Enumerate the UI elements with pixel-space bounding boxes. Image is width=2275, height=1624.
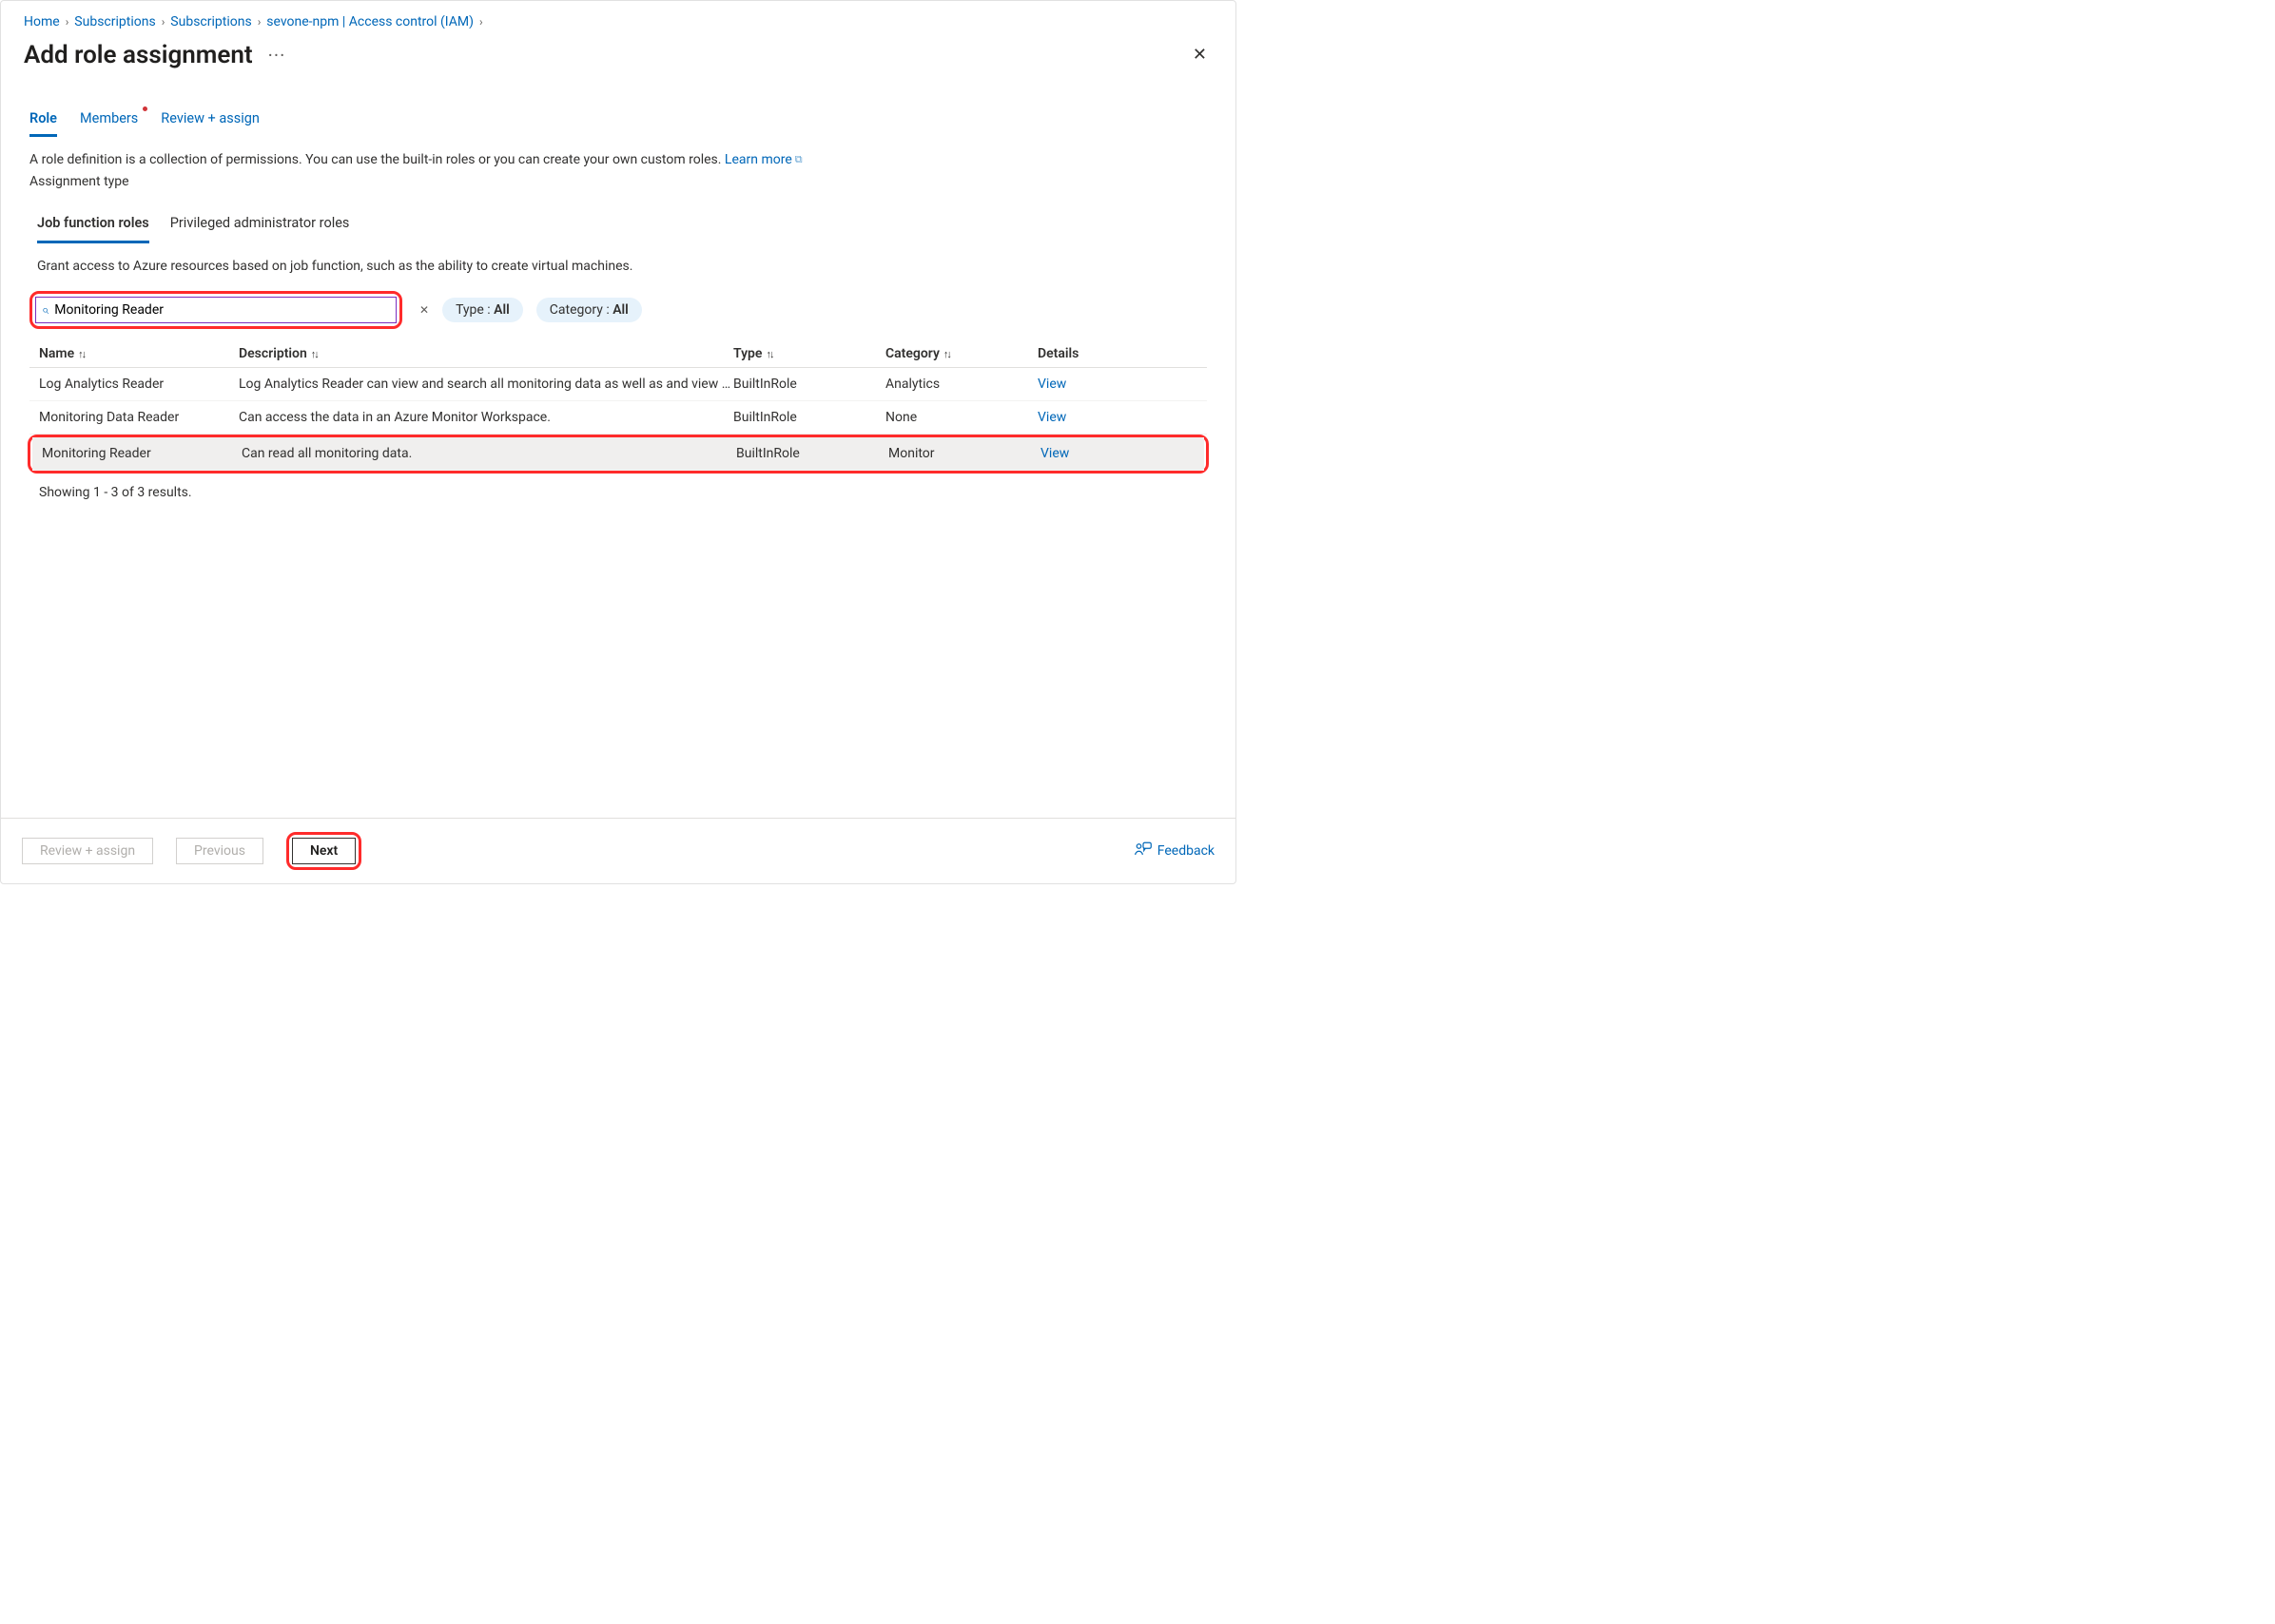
- selected-row-highlight: Monitoring Reader Can read all monitorin…: [28, 435, 1209, 474]
- pill-value: All: [612, 302, 629, 318]
- cell-type: BuiltInRole: [733, 377, 885, 392]
- table-row[interactable]: Monitoring Reader Can read all monitorin…: [32, 437, 1204, 471]
- sort-icon: ↑↓: [311, 348, 318, 360]
- breadcrumb-home[interactable]: Home: [24, 14, 60, 29]
- table-header-row: Name↑↓ Description↑↓ Type↑↓ Category↑↓ D…: [29, 340, 1207, 368]
- next-button-highlight: Next: [286, 832, 361, 870]
- th-description[interactable]: Description↑↓: [239, 346, 733, 361]
- breadcrumb: Home › Subscriptions › Subscriptions › s…: [1, 1, 1235, 39]
- chevron-right-icon: ›: [66, 15, 69, 29]
- feedback-link[interactable]: Feedback: [1135, 841, 1215, 860]
- search-highlight: ⌕: [29, 291, 402, 329]
- pill-prefix: Type :: [456, 302, 494, 318]
- sort-icon: ↑↓: [766, 348, 772, 360]
- review-assign-button[interactable]: Review + assign: [22, 838, 153, 864]
- tab-members[interactable]: Members: [80, 110, 138, 137]
- previous-button[interactable]: Previous: [176, 838, 263, 864]
- subtab-description: Grant access to Azure resources based on…: [1, 243, 1235, 291]
- cell-description: Log Analytics Reader can view and search…: [239, 377, 733, 392]
- cell-name: Monitoring Data Reader: [29, 410, 239, 425]
- sort-icon: ↑↓: [943, 348, 950, 360]
- cell-description: Can access the data in an Azure Monitor …: [239, 410, 733, 425]
- cell-name: Log Analytics Reader: [29, 377, 239, 392]
- breadcrumb-iam[interactable]: sevone-npm | Access control (IAM): [266, 14, 474, 29]
- chevron-right-icon: ›: [479, 15, 483, 29]
- close-icon[interactable]: ✕: [1187, 39, 1213, 70]
- tab-label: Review + assign: [161, 110, 260, 126]
- breadcrumb-subscriptions-1[interactable]: Subscriptions: [74, 14, 155, 29]
- external-link-icon: ⧉: [795, 152, 803, 168]
- cell-type: BuiltInRole: [736, 446, 888, 461]
- table-row[interactable]: Monitoring Data Reader Can access the da…: [29, 401, 1207, 435]
- cell-category: Monitor: [888, 446, 1040, 461]
- clear-search-icon[interactable]: ✕: [419, 303, 429, 317]
- view-link[interactable]: View: [1038, 410, 1066, 425]
- chevron-right-icon: ›: [258, 15, 262, 29]
- person-feedback-icon: [1135, 841, 1152, 860]
- more-actions-icon[interactable]: ···: [268, 44, 286, 67]
- search-icon: ⌕: [42, 303, 49, 318]
- role-description-text: A role definition is a collection of per…: [29, 152, 721, 167]
- result-count: Showing 1 - 3 of 3 results.: [1, 474, 1235, 512]
- learn-more-label: Learn more: [725, 150, 792, 170]
- tab-label: Members: [80, 110, 138, 126]
- page-title: Add role assignment: [24, 41, 253, 69]
- tab-role[interactable]: Role: [29, 110, 57, 137]
- cell-description: Can read all monitoring data.: [242, 446, 736, 461]
- th-category[interactable]: Category↑↓: [885, 346, 1038, 361]
- role-search-box[interactable]: ⌕: [35, 297, 397, 323]
- th-name[interactable]: Name↑↓: [29, 346, 239, 361]
- filter-category-pill[interactable]: Category : All: [536, 298, 642, 322]
- tab-review-assign[interactable]: Review + assign: [161, 110, 260, 137]
- view-link[interactable]: View: [1038, 377, 1066, 392]
- role-search-input[interactable]: [54, 302, 390, 318]
- subtab-privileged-admin[interactable]: Privileged administrator roles: [170, 215, 350, 243]
- table-row[interactable]: Log Analytics Reader Log Analytics Reade…: [29, 368, 1207, 401]
- view-link[interactable]: View: [1040, 446, 1069, 461]
- cell-category: Analytics: [885, 377, 1038, 392]
- chevron-right-icon: ›: [162, 15, 165, 29]
- th-type[interactable]: Type↑↓: [733, 346, 885, 361]
- tab-label: Role: [29, 110, 57, 126]
- feedback-label: Feedback: [1157, 843, 1215, 859]
- pill-prefix: Category :: [550, 302, 612, 318]
- cell-category: None: [885, 410, 1038, 425]
- cell-name: Monitoring Reader: [32, 446, 242, 461]
- breadcrumb-subscriptions-2[interactable]: Subscriptions: [170, 14, 251, 29]
- filter-type-pill[interactable]: Type : All: [442, 298, 523, 322]
- learn-more-link[interactable]: Learn more ⧉: [725, 150, 803, 170]
- cell-type: BuiltInRole: [733, 410, 885, 425]
- next-button[interactable]: Next: [292, 838, 356, 864]
- sort-icon: ↑↓: [78, 348, 85, 360]
- subtab-job-function[interactable]: Job function roles: [37, 215, 149, 243]
- pill-value: All: [494, 302, 510, 318]
- assignment-type-label: Assignment type: [29, 172, 1207, 192]
- th-details: Details: [1038, 346, 1207, 361]
- required-dot-icon: [143, 106, 147, 111]
